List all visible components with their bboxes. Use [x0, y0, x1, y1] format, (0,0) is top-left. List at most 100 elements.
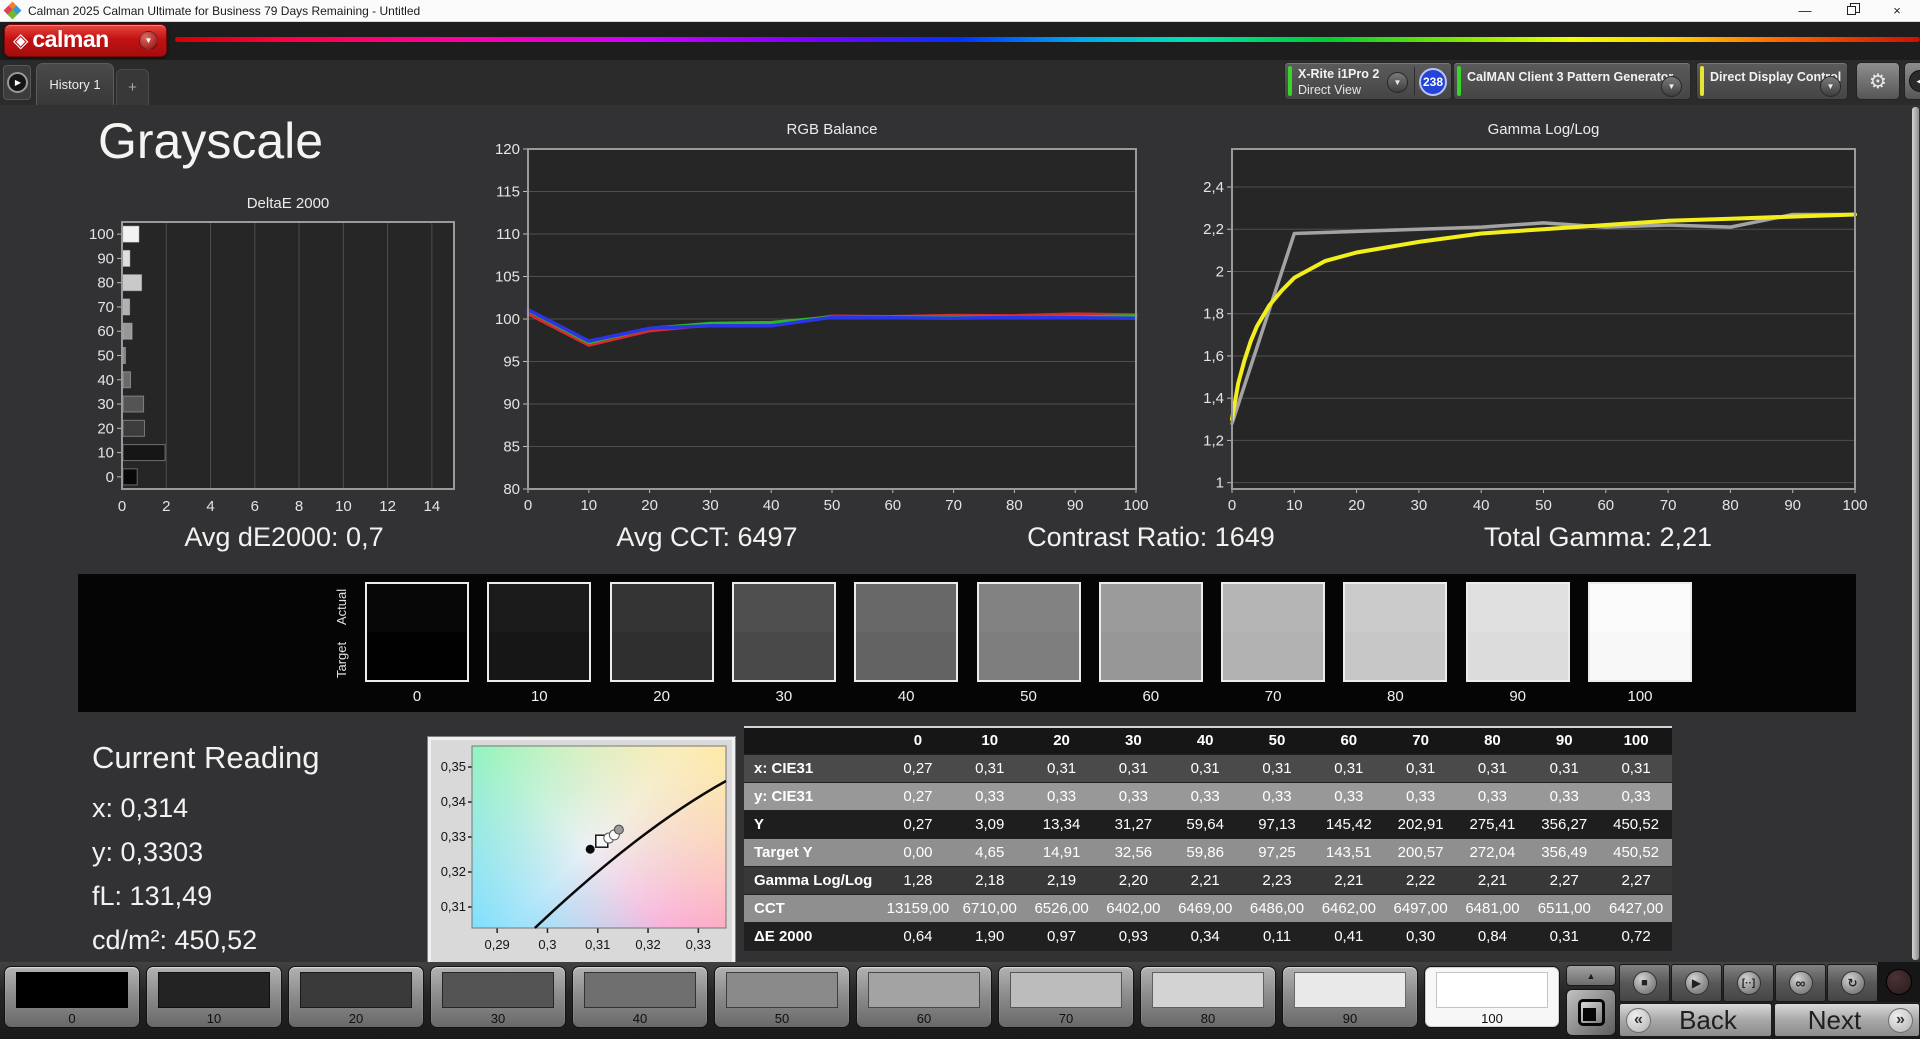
swatch-actual — [489, 584, 590, 632]
pattern-level-label: 80 — [1200, 1011, 1216, 1026]
pattern-chip — [726, 972, 838, 1008]
pattern-button-20[interactable]: 20 — [288, 966, 424, 1028]
window-patch-icon — [1577, 999, 1605, 1026]
pattern-button-40[interactable]: 40 — [572, 966, 708, 1028]
source-dropdown[interactable]: CalMAN Client 3 Pattern Generator ▼ — [1453, 62, 1691, 100]
table-cell: 0,97 — [1025, 922, 1098, 951]
svg-text:70: 70 — [97, 299, 114, 316]
tab-history-1[interactable]: History 1 — [36, 63, 114, 105]
svg-text:0,3: 0,3 — [538, 937, 556, 952]
stop-button[interactable]: ■ — [1619, 964, 1670, 1002]
display-dropdown-arrow[interactable]: ▼ — [1820, 76, 1841, 97]
table-cell: 0,31 — [1241, 754, 1313, 783]
pattern-level-label: 30 — [490, 1011, 506, 1026]
pattern-button-0[interactable]: 0 — [4, 966, 140, 1028]
calman-menu-button[interactable]: ◈ calman ▼ — [4, 24, 167, 57]
next-button[interactable]: Next » — [1774, 1003, 1920, 1037]
swatch-level-label: 10 — [530, 688, 548, 705]
continuous-measure-button[interactable]: ∞ — [1775, 964, 1826, 1002]
pattern-button-70[interactable]: 70 — [998, 966, 1134, 1028]
meter-dropdown-arrow[interactable]: ▼ — [1387, 72, 1408, 93]
table-cell: 0,31 — [1169, 754, 1242, 783]
svg-text:0,33: 0,33 — [441, 829, 466, 844]
pattern-chip — [868, 972, 980, 1008]
chevron-down-icon: ▼ — [1826, 82, 1835, 91]
row-label: x: CIE31 — [744, 754, 883, 783]
table-cell: 0,33 — [1025, 782, 1098, 811]
cie-point-black — [585, 844, 595, 854]
restore-button[interactable] — [1828, 0, 1874, 21]
play-button[interactable]: ▶ — [1671, 964, 1722, 1002]
pattern-level-label: 20 — [348, 1011, 364, 1026]
table-cell: 6526,00 — [1025, 894, 1098, 923]
svg-text:40: 40 — [763, 497, 780, 514]
display-control-dropdown[interactable]: Direct Display Control ▼ — [1696, 62, 1848, 100]
svg-text:14: 14 — [424, 498, 441, 515]
current-reading-title: Current Reading — [92, 740, 320, 775]
swatch-50 — [976, 582, 1081, 682]
swatch-target — [1345, 632, 1446, 680]
pattern-button-80[interactable]: 80 — [1140, 966, 1276, 1028]
current-reading-panel: Current Reading x: 0,314 y: 0,3303 fL: 1… — [92, 740, 320, 955]
pattern-chip — [1436, 972, 1548, 1008]
svg-text:90: 90 — [1784, 497, 1801, 514]
svg-text:0: 0 — [1228, 497, 1236, 514]
pattern-chip — [1152, 972, 1264, 1008]
calman-diamond-icon: ◈ — [13, 29, 29, 52]
single-measure-button[interactable]: [··] — [1723, 964, 1774, 1002]
table-cell: 143,51 — [1312, 838, 1385, 867]
meter-count-badge[interactable]: 238 — [1419, 68, 1447, 96]
calman-menu-arrow[interactable]: ▼ — [139, 31, 158, 50]
stat-contrast-ratio: Contrast Ratio: 1649 — [1027, 522, 1275, 552]
back-button[interactable]: « Back — [1619, 1003, 1772, 1037]
cie-overlay: 0,35 0,34 0,33 0,32 0,31 0,29 0,3 0,31 0,32 0,33 — [441, 745, 727, 952]
pattern-button-90[interactable]: 90 — [1282, 966, 1418, 1028]
source-dropdown-arrow[interactable]: ▼ — [1661, 76, 1682, 97]
svg-text:60: 60 — [97, 323, 114, 340]
meter-name: X-Rite i1Pro 2 — [1298, 67, 1380, 81]
reading-y: y: 0,3303 — [92, 837, 204, 867]
refresh-button[interactable]: ↻ — [1827, 964, 1878, 1002]
pattern-window-button[interactable] — [1566, 989, 1616, 1036]
swatch-target — [611, 632, 712, 680]
meter-status-bar — [1288, 66, 1292, 96]
svg-text:0,29: 0,29 — [484, 937, 509, 952]
add-tab-button[interactable]: + — [116, 69, 149, 105]
pattern-button-30[interactable]: 30 — [430, 966, 566, 1028]
toolbar-scroll-left-button[interactable]: ◀ — [1904, 62, 1920, 100]
pattern-level-label: 90 — [1342, 1011, 1358, 1026]
column-header: 60 — [1312, 728, 1385, 755]
table-cell: 6511,00 — [1528, 894, 1601, 923]
table-cell: 0,27 — [882, 754, 954, 783]
vertical-scrollbar[interactable] — [1912, 107, 1919, 960]
pattern-button-50[interactable]: 50 — [714, 966, 850, 1028]
pattern-button-100[interactable]: 100 — [1424, 966, 1560, 1028]
chevron-left-icon: ◀ — [1916, 75, 1920, 86]
pattern-level-label: 70 — [1058, 1011, 1074, 1026]
tab-scroll-button[interactable]: ▶ — [3, 65, 31, 100]
panel-expand-button[interactable]: ▲ — [1566, 965, 1616, 986]
svg-text:1,8: 1,8 — [1203, 306, 1224, 323]
table-cell: 14,91 — [1025, 838, 1098, 867]
table-cell: 145,42 — [1312, 810, 1385, 839]
minimize-button[interactable]: — — [1782, 0, 1828, 21]
swatch-level-label: 100 — [1627, 688, 1653, 705]
meter-dropdown[interactable]: X-Rite i1Pro 2 Direct View ▼ 238 — [1284, 62, 1452, 100]
cie-chromaticity-panel: 0,35 0,34 0,33 0,32 0,31 0,29 0,3 0,31 0,32 0,33 — [428, 737, 735, 966]
table-cell: 0,34 — [1169, 922, 1242, 951]
table-cell: 6497,00 — [1384, 894, 1457, 923]
svg-text:20: 20 — [97, 420, 114, 437]
close-button[interactable]: × — [1874, 0, 1920, 21]
row-label: Y — [744, 810, 883, 839]
table-cell: 2,21 — [1312, 866, 1385, 895]
chevron-down-icon: ▼ — [144, 36, 153, 45]
pattern-button-10[interactable]: 10 — [146, 966, 282, 1028]
logo-bar: ◈ calman ▼ — [0, 22, 1920, 60]
app-logo-icon — [3, 1, 22, 19]
stop-icon: ■ — [1632, 971, 1657, 995]
swatch-30 — [731, 582, 836, 682]
table-cell: 0,84 — [1456, 922, 1529, 951]
swatch-level-label: 60 — [1142, 688, 1160, 705]
pattern-button-60[interactable]: 60 — [856, 966, 992, 1028]
settings-button[interactable]: ⚙ — [1856, 62, 1900, 100]
